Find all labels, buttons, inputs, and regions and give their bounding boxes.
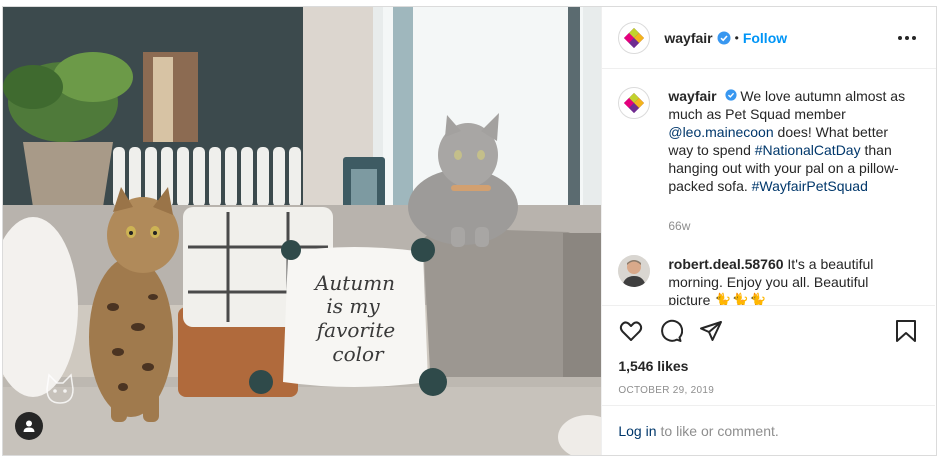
heart-icon[interactable]: [618, 318, 644, 344]
cat-watermark-icon: [46, 373, 74, 404]
login-bar: Log in to like or comment.: [602, 405, 936, 455]
likes-count[interactable]: 1,546 likes: [618, 358, 919, 374]
post-date[interactable]: October 29, 2019: [618, 385, 919, 396]
commenter-username[interactable]: robert.deal.58760: [668, 256, 783, 272]
caption-mention-link[interactable]: @leo.mainecoon: [668, 124, 773, 140]
post-side-panel: wayfair • Follow wayfair We love autumn …: [601, 7, 936, 455]
pillow-text-1: Autumn: [313, 271, 395, 295]
user-photo: [618, 255, 651, 287]
comment-icon[interactable]: [658, 318, 684, 344]
photo-scene: Autumn is my favorite color: [3, 7, 602, 455]
hashtag-national-cat-day[interactable]: #NationalCatDay: [755, 142, 861, 158]
caption: wayfair We love autumn almost as much as…: [618, 87, 920, 255]
bookmark-icon[interactable]: [893, 318, 919, 344]
comment-item: robert.deal.58760 It's a beautiful morni…: [618, 255, 920, 305]
verified-badge-icon: [717, 31, 731, 45]
verified-badge-icon: [724, 89, 737, 101]
pillow-text-4: color: [332, 342, 385, 366]
caption-username[interactable]: wayfair: [668, 88, 716, 104]
instagram-post: Autumn is my favorite color wayfair • Fo…: [2, 6, 937, 456]
commenter-avatar[interactable]: [618, 255, 651, 287]
post-photo[interactable]: Autumn is my favorite color: [3, 7, 602, 455]
action-bar: 1,546 likes October 29, 2019: [602, 305, 936, 396]
wayfair-logo-icon: [624, 93, 645, 113]
caption-time[interactable]: 66w: [668, 217, 908, 235]
action-icons: [618, 316, 919, 346]
comment-body: robert.deal.58760 It's a beautiful morni…: [668, 255, 908, 305]
pillow-text-2: is my: [326, 294, 380, 318]
wayfair-logo-icon: [624, 27, 645, 48]
follow-button[interactable]: Follow: [743, 30, 787, 46]
user-tag-icon: [23, 420, 35, 432]
more-options-icon[interactable]: [894, 32, 920, 44]
share-icon[interactable]: [698, 318, 724, 344]
hashtag-wayfair-pet-squad[interactable]: #WayfairPetSquad: [752, 178, 868, 194]
login-suffix: to like or comment.: [660, 422, 779, 439]
post-header: wayfair • Follow: [602, 7, 936, 69]
caption-avatar[interactable]: [618, 87, 651, 119]
header-separator: •: [734, 30, 739, 45]
login-link[interactable]: Log in: [618, 423, 656, 439]
user-tag-button[interactable]: [15, 412, 43, 440]
pillow-text-3: favorite: [315, 318, 396, 342]
caption-body: wayfair We love autumn almost as much as…: [668, 87, 908, 255]
header-username[interactable]: wayfair: [664, 30, 712, 46]
wayfair-avatar[interactable]: [618, 21, 651, 54]
comments-section[interactable]: wayfair We love autumn almost as much as…: [602, 69, 936, 305]
